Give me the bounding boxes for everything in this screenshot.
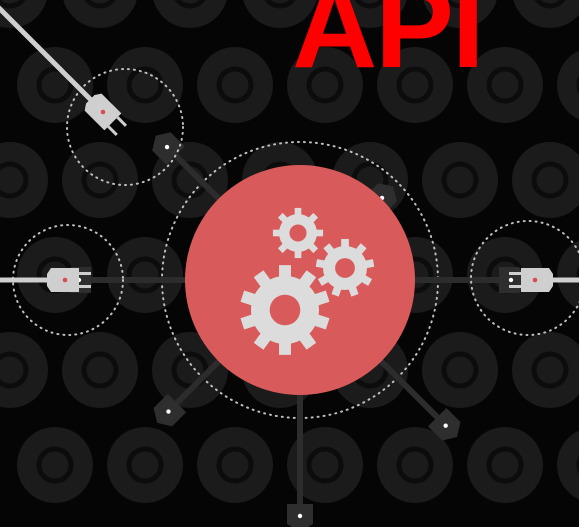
gauge-icon — [513, 0, 579, 28]
api-illustration: API — [0, 0, 579, 527]
lock-icon — [0, 332, 48, 408]
lock-icon — [0, 142, 48, 218]
arrow-icon — [197, 427, 273, 503]
lightbulb-icon — [62, 332, 138, 408]
lock-icon — [17, 427, 93, 503]
fingerprint-icon — [422, 332, 498, 408]
arrow-icon — [197, 47, 273, 123]
gauge-icon — [512, 332, 579, 408]
fingerprint-icon — [422, 142, 498, 218]
gauge-icon — [512, 142, 579, 218]
lightbulb-icon — [107, 237, 183, 313]
arrow-icon — [153, 0, 227, 28]
gauge-icon — [557, 430, 579, 500]
lightbulb-icon — [62, 142, 138, 218]
lightbulb-icon — [63, 0, 137, 28]
gear-small-icon — [272, 207, 324, 259]
lock-icon — [17, 47, 93, 123]
api-hub-artwork — [0, 0, 579, 527]
api-title: API — [292, 0, 485, 93]
fingerprint-icon — [467, 427, 543, 503]
lightbulb-icon — [107, 427, 183, 503]
gauge-icon — [557, 50, 579, 120]
gauge-icon — [557, 240, 579, 310]
socket-bottom — [287, 504, 313, 527]
